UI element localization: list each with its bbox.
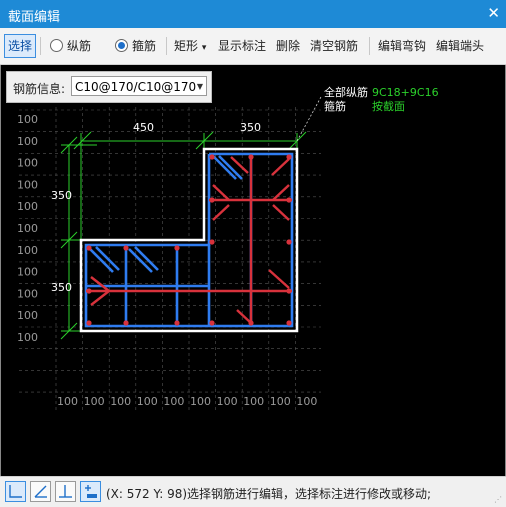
rebar-dot[interactable]	[174, 320, 180, 326]
ortho-icon	[9, 485, 22, 498]
grid-label: 100	[17, 200, 38, 213]
close-icon[interactable]: ✕	[487, 4, 500, 22]
rebar-dot[interactable]	[209, 239, 215, 245]
clear-rebar-button[interactable]: 清空钢筋	[310, 36, 358, 56]
grid-label: 100	[270, 395, 291, 408]
grid-label: 100	[163, 395, 184, 408]
grid-label: 100	[17, 113, 38, 126]
toolbar: 选择 纵筋 箍筋 矩形 ▾ 显示标注 删除 清空钢筋 编辑弯钩 编辑端头	[0, 28, 506, 65]
grid-label: 100	[84, 395, 105, 408]
dimension-lines	[60, 131, 307, 340]
grid-label: 100	[17, 266, 38, 279]
grid-label: 100	[110, 395, 131, 408]
rebar-dot[interactable]	[86, 320, 92, 326]
rebar-dot[interactable]	[286, 239, 292, 245]
stirrup-label: 箍筋	[132, 39, 157, 53]
radio-selected-icon	[115, 39, 128, 52]
show-dims-button[interactable]: 显示标注	[218, 36, 266, 56]
drawing-canvas[interactable]: 100 100 100 100 100 100 100 100 100 100 100 100 100 1…	[0, 65, 506, 477]
rebar-info-panel: 钢筋信息: C10@170/C10@170 ▼	[6, 71, 212, 103]
delete-button[interactable]: 删除	[276, 36, 300, 56]
status-bar: (X: 572 Y: 98)选择钢筋进行编辑，选择标注进行修改或移动; ⋰	[0, 476, 506, 507]
rebar-dot[interactable]	[86, 245, 92, 251]
grid-label: 100	[17, 178, 38, 191]
grid-label: 100	[17, 222, 38, 235]
section-drawing[interactable]: 100 100 100 100 100 100 100 100 100 100 100 100 100 1…	[1, 65, 505, 476]
grid-label: 100	[137, 395, 158, 408]
grid-label: 100	[217, 395, 238, 408]
legend-stirrup-value: 按截面	[372, 99, 405, 113]
dim-top-left[interactable]: 450	[133, 121, 154, 134]
rebar-dot[interactable]	[209, 320, 215, 326]
grid-label: 100	[17, 157, 38, 170]
toolbar-separator	[369, 37, 370, 55]
rebar-dot[interactable]	[123, 320, 129, 326]
rebar-dot[interactable]	[174, 245, 180, 251]
grid-label: 100	[17, 135, 38, 148]
status-coords: (X: 572 Y: 98)	[106, 487, 188, 501]
grid-label: 100	[17, 287, 38, 300]
rebar-dot[interactable]	[286, 320, 292, 326]
dimension-snap-icon	[85, 485, 97, 498]
edit-hook-button[interactable]: 编辑弯钩	[378, 36, 426, 56]
shape-dropdown[interactable]: 矩形 ▾	[174, 36, 206, 56]
dim-top-right[interactable]: 350	[240, 121, 261, 134]
rebar-info-label: 钢筋信息:	[13, 82, 66, 96]
rebar-dot[interactable]	[248, 154, 254, 160]
legend: 全部纵筋 9C18+9C16 箍筋 按截面	[324, 85, 439, 113]
perpendicular-icon	[59, 485, 72, 498]
rebar-dot[interactable]	[286, 288, 292, 294]
resize-grip-icon[interactable]: ⋰	[494, 495, 502, 504]
toolbar-separator	[40, 37, 41, 55]
dim-left-upper[interactable]: 350	[51, 189, 72, 202]
rebar-dot[interactable]	[248, 320, 254, 326]
rebar-dot[interactable]	[209, 154, 215, 160]
grid-label: 100	[243, 395, 264, 408]
window-title: 截面编辑	[8, 10, 61, 25]
angle-icon	[34, 485, 47, 498]
edit-end-button[interactable]: 编辑端头	[436, 36, 484, 56]
rebar-dot[interactable]	[286, 197, 292, 203]
legend-all-long-label: 全部纵筋	[324, 85, 368, 99]
radio-icon	[50, 39, 63, 52]
shape-label: 矩形	[174, 39, 199, 53]
grid-label: 100	[17, 331, 38, 344]
rebar-dot[interactable]	[86, 288, 92, 294]
grid-label: 100	[17, 244, 38, 257]
dimension-snap-button[interactable]	[80, 481, 101, 502]
rebar-dot[interactable]	[209, 197, 215, 203]
legend-all-long-value: 9C18+9C16	[372, 86, 439, 99]
longitudinal-label: 纵筋	[67, 39, 92, 53]
perpendicular-snap-button[interactable]	[55, 481, 76, 502]
section-outline[interactable]	[79, 147, 299, 333]
dim-left-lower[interactable]: 350	[51, 281, 72, 294]
title-bar: 截面编辑 ✕	[0, 0, 506, 28]
ortho-snap-button[interactable]	[5, 481, 26, 502]
grid	[19, 107, 321, 410]
grid-label: 100	[57, 395, 78, 408]
rebar-dot[interactable]	[286, 154, 292, 160]
grid-label: 100	[17, 309, 38, 322]
grid-label: 100	[296, 395, 317, 408]
rebar-info-value: C10@170/C10@170	[75, 80, 197, 94]
grid-label: 100	[190, 395, 211, 408]
angle-snap-button[interactable]	[30, 481, 51, 502]
toolbar-separator	[166, 37, 167, 55]
grid-labels: 100 100 100 100 100 100 100 100 100 100 100 100 100 1…	[17, 113, 317, 408]
status-message: (X: 572 Y: 98)选择钢筋进行编辑，选择标注进行修改或移动;	[106, 485, 431, 502]
rebar-info-select[interactable]: C10@170/C10@170 ▼	[71, 76, 207, 96]
status-text: 选择钢筋进行编辑，选择标注进行修改或移动;	[187, 487, 432, 501]
legend-stirrup-label: 箍筋	[324, 99, 346, 113]
chevron-down-icon: ▾	[201, 43, 207, 53]
longitudinal-radio[interactable]: 纵筋	[50, 36, 91, 56]
dropdown-arrow-icon: ▼	[196, 82, 203, 91]
rebar-dot[interactable]	[123, 245, 129, 251]
legend-leader	[296, 96, 322, 142]
stirrup-radio[interactable]: 箍筋	[115, 36, 156, 56]
select-button[interactable]: 选择	[4, 34, 37, 58]
